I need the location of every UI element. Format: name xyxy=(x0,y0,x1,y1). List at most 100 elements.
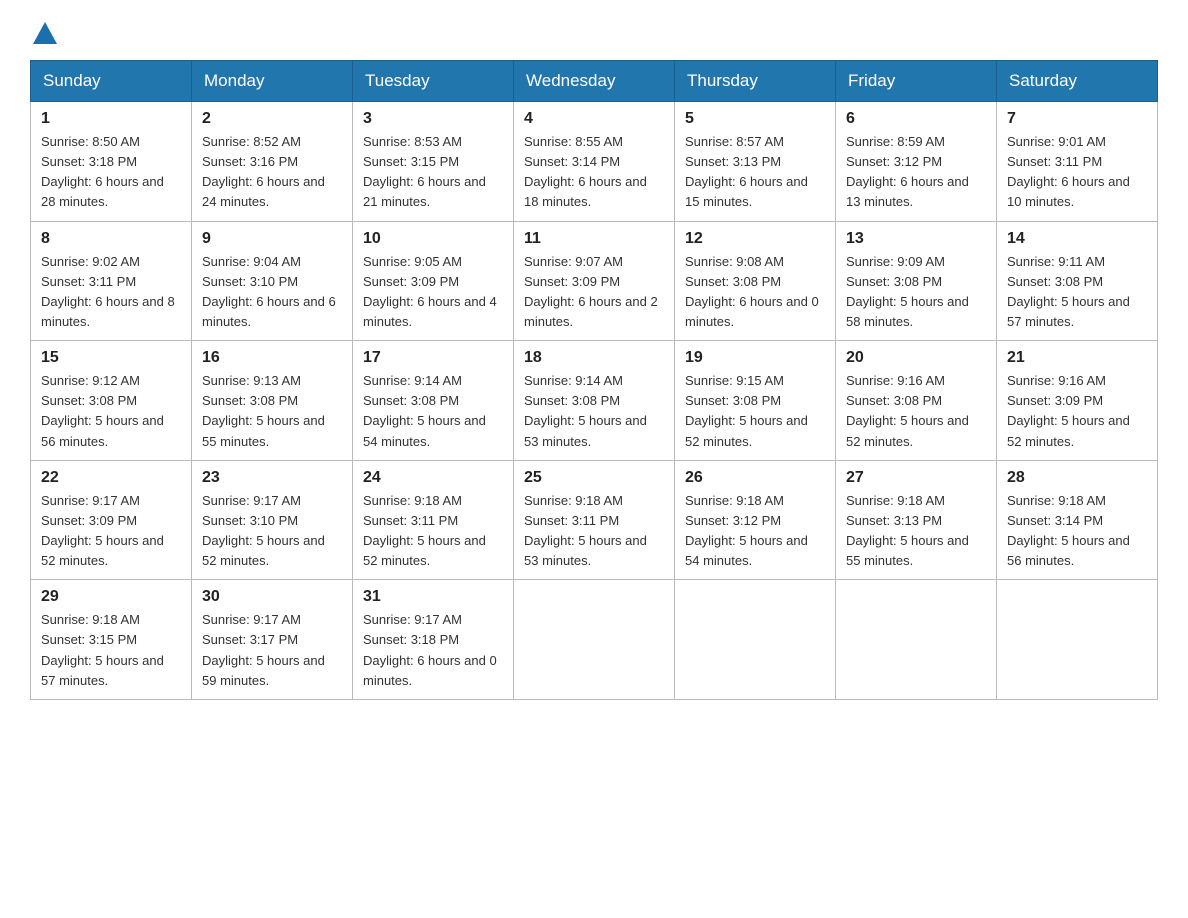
day-info: Sunrise: 9:17 AMSunset: 3:18 PMDaylight:… xyxy=(363,612,497,687)
col-header-friday: Friday xyxy=(836,61,997,102)
day-number: 10 xyxy=(363,230,503,248)
day-info: Sunrise: 9:08 AMSunset: 3:08 PMDaylight:… xyxy=(685,254,819,329)
day-number: 31 xyxy=(363,588,503,606)
calendar-table: SundayMondayTuesdayWednesdayThursdayFrid… xyxy=(30,60,1158,700)
day-number: 27 xyxy=(846,469,986,487)
calendar-cell: 26 Sunrise: 9:18 AMSunset: 3:12 PMDayligh… xyxy=(675,460,836,580)
col-header-monday: Monday xyxy=(192,61,353,102)
day-info: Sunrise: 9:18 AMSunset: 3:14 PMDaylight:… xyxy=(1007,493,1130,568)
calendar-cell: 28 Sunrise: 9:18 AMSunset: 3:14 PMDayligh… xyxy=(997,460,1158,580)
day-info: Sunrise: 9:18 AMSunset: 3:11 PMDaylight:… xyxy=(363,493,486,568)
day-info: Sunrise: 9:18 AMSunset: 3:15 PMDaylight:… xyxy=(41,612,164,687)
calendar-cell: 9 Sunrise: 9:04 AMSunset: 3:10 PMDaylight… xyxy=(192,221,353,341)
day-info: Sunrise: 8:59 AMSunset: 3:12 PMDaylight:… xyxy=(846,134,969,209)
calendar-cell: 27Sunrise: 9:18 AMSunset: 3:13 PMDayligh… xyxy=(836,460,997,580)
calendar-cell: 22 Sunrise: 9:17 AMSunset: 3:09 PMDayligh… xyxy=(31,460,192,580)
calendar-cell: 17Sunrise: 9:14 AMSunset: 3:08 PMDayligh… xyxy=(353,341,514,461)
day-number: 14 xyxy=(1007,230,1147,248)
day-number: 22 xyxy=(41,469,181,487)
day-info: Sunrise: 8:55 AMSunset: 3:14 PMDaylight:… xyxy=(524,134,647,209)
day-number: 25 xyxy=(524,469,664,487)
day-number: 2 xyxy=(202,110,342,128)
day-info: Sunrise: 9:14 AMSunset: 3:08 PMDaylight:… xyxy=(524,373,647,448)
day-number: 3 xyxy=(363,110,503,128)
day-info: Sunrise: 9:01 AMSunset: 3:11 PMDaylight:… xyxy=(1007,134,1130,209)
day-number: 5 xyxy=(685,110,825,128)
calendar-cell: 10Sunrise: 9:05 AMSunset: 3:09 PMDayligh… xyxy=(353,221,514,341)
logo xyxy=(30,20,57,40)
calendar-cell xyxy=(514,580,675,700)
calendar-cell: 13 Sunrise: 9:09 AMSunset: 3:08 PMDayligh… xyxy=(836,221,997,341)
calendar-cell: 30 Sunrise: 9:17 AMSunset: 3:17 PMDayligh… xyxy=(192,580,353,700)
calendar-cell: 29Sunrise: 9:18 AMSunset: 3:15 PMDayligh… xyxy=(31,580,192,700)
day-info: Sunrise: 9:15 AMSunset: 3:08 PMDaylight:… xyxy=(685,373,808,448)
day-number: 19 xyxy=(685,349,825,367)
day-number: 12 xyxy=(685,230,825,248)
calendar-cell: 1 Sunrise: 8:50 AMSunset: 3:18 PMDaylight… xyxy=(31,102,192,222)
calendar-cell: 2 Sunrise: 8:52 AMSunset: 3:16 PMDaylight… xyxy=(192,102,353,222)
day-info: Sunrise: 9:14 AMSunset: 3:08 PMDaylight:… xyxy=(363,373,486,448)
day-info: Sunrise: 9:11 AMSunset: 3:08 PMDaylight:… xyxy=(1007,254,1130,329)
day-info: Sunrise: 8:52 AMSunset: 3:16 PMDaylight:… xyxy=(202,134,325,209)
calendar-week-row: 15 Sunrise: 9:12 AMSunset: 3:08 PMDayligh… xyxy=(31,341,1158,461)
calendar-cell xyxy=(836,580,997,700)
day-number: 21 xyxy=(1007,349,1147,367)
day-number: 4 xyxy=(524,110,664,128)
day-number: 8 xyxy=(41,230,181,248)
logo-triangle-icon xyxy=(33,22,57,44)
day-info: Sunrise: 8:50 AMSunset: 3:18 PMDaylight:… xyxy=(41,134,164,209)
calendar-week-row: 1 Sunrise: 8:50 AMSunset: 3:18 PMDaylight… xyxy=(31,102,1158,222)
page-header xyxy=(30,20,1158,40)
day-number: 11 xyxy=(524,230,664,248)
calendar-cell: 21 Sunrise: 9:16 AMSunset: 3:09 PMDayligh… xyxy=(997,341,1158,461)
day-info: Sunrise: 8:53 AMSunset: 3:15 PMDaylight:… xyxy=(363,134,486,209)
calendar-cell: 6Sunrise: 8:59 AMSunset: 3:12 PMDaylight… xyxy=(836,102,997,222)
day-info: Sunrise: 9:04 AMSunset: 3:10 PMDaylight:… xyxy=(202,254,336,329)
calendar-cell: 14 Sunrise: 9:11 AMSunset: 3:08 PMDayligh… xyxy=(997,221,1158,341)
day-info: Sunrise: 9:12 AMSunset: 3:08 PMDaylight:… xyxy=(41,373,164,448)
day-info: Sunrise: 9:17 AMSunset: 3:09 PMDaylight:… xyxy=(41,493,164,568)
col-header-sunday: Sunday xyxy=(31,61,192,102)
calendar-cell: 15 Sunrise: 9:12 AMSunset: 3:08 PMDayligh… xyxy=(31,341,192,461)
day-number: 20 xyxy=(846,349,986,367)
day-info: Sunrise: 9:18 AMSunset: 3:12 PMDaylight:… xyxy=(685,493,808,568)
calendar-cell: 12 Sunrise: 9:08 AMSunset: 3:08 PMDayligh… xyxy=(675,221,836,341)
calendar-cell: 25 Sunrise: 9:18 AMSunset: 3:11 PMDayligh… xyxy=(514,460,675,580)
day-info: Sunrise: 9:18 AMSunset: 3:11 PMDaylight:… xyxy=(524,493,647,568)
day-number: 23 xyxy=(202,469,342,487)
col-header-wednesday: Wednesday xyxy=(514,61,675,102)
calendar-cell xyxy=(675,580,836,700)
calendar-week-row: 22 Sunrise: 9:17 AMSunset: 3:09 PMDayligh… xyxy=(31,460,1158,580)
day-number: 26 xyxy=(685,469,825,487)
day-info: Sunrise: 9:09 AMSunset: 3:08 PMDaylight:… xyxy=(846,254,969,329)
day-info: Sunrise: 9:16 AMSunset: 3:08 PMDaylight:… xyxy=(846,373,969,448)
day-number: 28 xyxy=(1007,469,1147,487)
col-header-thursday: Thursday xyxy=(675,61,836,102)
day-number: 13 xyxy=(846,230,986,248)
calendar-header-row: SundayMondayTuesdayWednesdayThursdayFrid… xyxy=(31,61,1158,102)
calendar-cell: 3 Sunrise: 8:53 AMSunset: 3:15 PMDaylight… xyxy=(353,102,514,222)
calendar-cell: 16Sunrise: 9:13 AMSunset: 3:08 PMDayligh… xyxy=(192,341,353,461)
calendar-cell: 8 Sunrise: 9:02 AMSunset: 3:11 PMDaylight… xyxy=(31,221,192,341)
day-info: Sunrise: 9:02 AMSunset: 3:11 PMDaylight:… xyxy=(41,254,175,329)
day-number: 18 xyxy=(524,349,664,367)
day-number: 7 xyxy=(1007,110,1147,128)
calendar-cell: 18 Sunrise: 9:14 AMSunset: 3:08 PMDayligh… xyxy=(514,341,675,461)
calendar-week-row: 29Sunrise: 9:18 AMSunset: 3:15 PMDayligh… xyxy=(31,580,1158,700)
calendar-cell: 4 Sunrise: 8:55 AMSunset: 3:14 PMDaylight… xyxy=(514,102,675,222)
calendar-cell: 31 Sunrise: 9:17 AMSunset: 3:18 PMDayligh… xyxy=(353,580,514,700)
calendar-cell: 24 Sunrise: 9:18 AMSunset: 3:11 PMDayligh… xyxy=(353,460,514,580)
day-number: 1 xyxy=(41,110,181,128)
calendar-cell: 7 Sunrise: 9:01 AMSunset: 3:11 PMDaylight… xyxy=(997,102,1158,222)
day-info: Sunrise: 9:16 AMSunset: 3:09 PMDaylight:… xyxy=(1007,373,1130,448)
day-info: Sunrise: 9:13 AMSunset: 3:08 PMDaylight:… xyxy=(202,373,325,448)
day-number: 9 xyxy=(202,230,342,248)
day-number: 24 xyxy=(363,469,503,487)
calendar-cell: 5Sunrise: 8:57 AMSunset: 3:13 PMDaylight… xyxy=(675,102,836,222)
day-info: Sunrise: 9:17 AMSunset: 3:17 PMDaylight:… xyxy=(202,612,325,687)
calendar-cell xyxy=(997,580,1158,700)
day-number: 15 xyxy=(41,349,181,367)
day-number: 30 xyxy=(202,588,342,606)
calendar-cell: 19 Sunrise: 9:15 AMSunset: 3:08 PMDayligh… xyxy=(675,341,836,461)
day-info: Sunrise: 9:17 AMSunset: 3:10 PMDaylight:… xyxy=(202,493,325,568)
